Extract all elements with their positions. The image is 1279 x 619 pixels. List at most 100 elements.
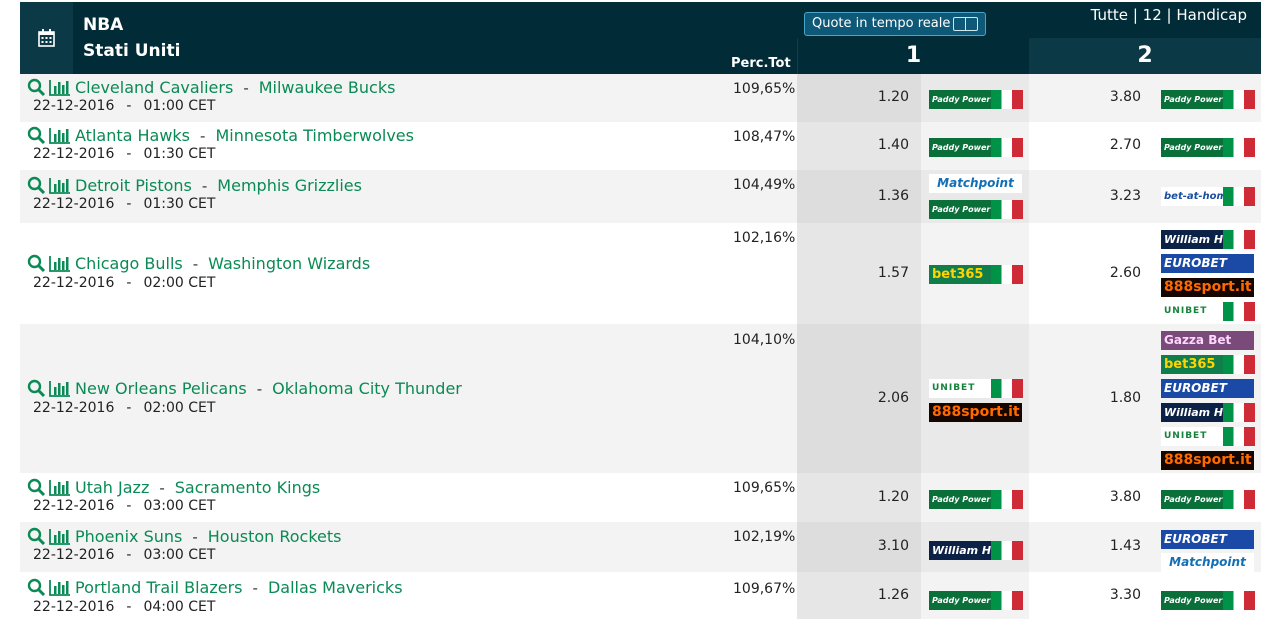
bookmaker-logo[interactable]: Paddy Power xyxy=(1161,490,1255,509)
bookmaker-name: Paddy Power xyxy=(932,495,991,504)
odds-away[interactable]: 3.30 xyxy=(1110,587,1141,603)
odds-home[interactable]: 1.57 xyxy=(878,265,909,281)
bookmaker-logo[interactable]: 888sport.it xyxy=(1161,278,1254,297)
filter-all[interactable]: Tutte xyxy=(1091,6,1128,24)
bookmaker-logo[interactable]: Paddy Power xyxy=(929,490,1023,509)
odds-away[interactable]: 2.60 xyxy=(1110,265,1141,281)
search-icon[interactable] xyxy=(27,254,46,276)
home-team-link[interactable]: Cleveland Cavaliers xyxy=(75,78,233,97)
bookmaker-logo[interactable]: Paddy Power xyxy=(1161,90,1255,109)
bookmaker-logo[interactable]: Paddy Power xyxy=(1161,591,1255,610)
bookmaker-logo[interactable]: 888sport.it xyxy=(929,403,1022,422)
italy-flag-icon xyxy=(991,90,1023,109)
bookmaker-logo[interactable]: Matchpoint xyxy=(929,174,1022,193)
match-time: 02:00 CET xyxy=(143,275,216,291)
bookmaker-logo[interactable]: UNIBET xyxy=(1161,427,1255,446)
bar-chart-icon[interactable] xyxy=(49,580,70,600)
bookmaker-logo[interactable]: Paddy Power xyxy=(929,138,1023,157)
live-odds-toggle[interactable]: Quote in tempo reale xyxy=(804,12,986,36)
bar-chart-icon[interactable] xyxy=(49,128,70,148)
away-team-link[interactable]: Houston Rockets xyxy=(208,527,342,546)
search-icon[interactable] xyxy=(27,478,46,500)
bookmaker-logo[interactable]: Matchpoint xyxy=(1161,553,1254,572)
bar-chart-icon[interactable] xyxy=(49,381,70,401)
payout-percentage: 109,67% xyxy=(733,581,796,597)
bookmaker-logo[interactable]: William HILL xyxy=(1161,403,1255,422)
perc-tot-header: Perc.Tot xyxy=(731,56,791,71)
search-icon[interactable] xyxy=(27,527,46,549)
search-icon[interactable] xyxy=(27,176,46,198)
column-header-1[interactable]: 1 xyxy=(797,38,1029,74)
away-team-link[interactable]: Oklahoma City Thunder xyxy=(272,379,462,398)
away-team-link[interactable]: Sacramento Kings xyxy=(175,478,320,497)
column-header-2[interactable]: 2 xyxy=(1029,38,1261,74)
italy-flag-icon xyxy=(1223,138,1255,157)
bar-chart-icon[interactable] xyxy=(49,178,70,198)
odds-home[interactable]: 2.06 xyxy=(878,390,909,406)
odds-away[interactable]: 1.80 xyxy=(1110,390,1141,406)
odds-home[interactable]: 1.36 xyxy=(878,188,909,204)
home-team-link[interactable]: Portland Trail Blazers xyxy=(75,578,243,597)
search-icon[interactable] xyxy=(27,126,46,148)
filter-handicap[interactable]: Handicap xyxy=(1176,6,1247,24)
away-team-link[interactable]: Memphis Grizzlies xyxy=(217,176,362,195)
toggle-switch-icon[interactable] xyxy=(953,17,978,31)
odds-away[interactable]: 3.23 xyxy=(1110,188,1141,204)
bookmaker-logo[interactable]: EUROBET xyxy=(1161,379,1254,398)
home-team-link[interactable]: New Orleans Pelicans xyxy=(75,379,247,398)
odds-home[interactable]: 1.40 xyxy=(878,137,909,153)
bookmaker-logo[interactable]: UNIBET xyxy=(929,379,1023,398)
odds-away[interactable]: 1.43 xyxy=(1110,538,1141,554)
bar-chart-icon[interactable] xyxy=(49,480,70,500)
match-line: Phoenix Suns - Houston Rockets xyxy=(27,527,341,549)
italy-flag-icon xyxy=(991,200,1023,219)
home-team-link[interactable]: Atlanta Hawks xyxy=(75,126,190,145)
bookmaker-logo[interactable]: Paddy Power xyxy=(1161,138,1255,157)
bookmaker-logo[interactable]: Paddy Power xyxy=(929,90,1023,109)
away-team-link[interactable]: Dallas Mavericks xyxy=(268,578,403,597)
bookmaker-logo[interactable]: bet365 xyxy=(929,265,1023,284)
away-team-link[interactable]: Washington Wizards xyxy=(208,254,370,273)
home-team-link[interactable]: Chicago Bulls xyxy=(75,254,183,273)
search-icon[interactable] xyxy=(27,379,46,401)
bookmaker-name: UNIBET xyxy=(1164,306,1208,316)
home-team-link[interactable]: Detroit Pistons xyxy=(75,176,192,195)
match-time: 01:30 CET xyxy=(143,196,216,212)
bookmaker-logo[interactable]: bet365 xyxy=(1161,355,1255,374)
bookmaker-logo[interactable]: UNIBET xyxy=(1161,302,1255,321)
match-line: Chicago Bulls - Washington Wizards xyxy=(27,254,370,276)
odds-away[interactable]: 2.70 xyxy=(1110,137,1141,153)
table-row: Phoenix Suns - Houston Rockets 22-12-2016-0… xyxy=(20,522,1261,572)
search-icon[interactable] xyxy=(27,578,46,600)
odds-away[interactable]: 3.80 xyxy=(1110,489,1141,505)
bookmaker-logo[interactable]: EUROBET xyxy=(1161,530,1254,549)
bookmaker-name: EUROBET xyxy=(1164,381,1227,395)
table-row: New Orleans Pelicans - Oklahoma City Thund… xyxy=(20,324,1261,473)
odds-home[interactable]: 1.20 xyxy=(878,89,909,105)
bookmaker-logo[interactable]: Paddy Power xyxy=(929,200,1023,219)
bar-chart-icon[interactable] xyxy=(49,529,70,549)
italy-flag-icon xyxy=(991,138,1023,157)
odds-away[interactable]: 3.80 xyxy=(1110,89,1141,105)
home-team-link[interactable]: Utah Jazz xyxy=(75,478,149,497)
odds-home[interactable]: 1.26 xyxy=(878,587,909,603)
bookmaker-logo[interactable]: EUROBET xyxy=(1161,254,1254,273)
filter-12[interactable]: 12 xyxy=(1143,6,1162,24)
bookmaker-name: EUROBET xyxy=(1164,256,1227,270)
home-team-link[interactable]: Phoenix Suns xyxy=(75,527,182,546)
bar-chart-icon[interactable] xyxy=(49,256,70,276)
odds-home[interactable]: 3.10 xyxy=(878,538,909,554)
bar-chart-icon[interactable] xyxy=(49,80,70,100)
search-icon[interactable] xyxy=(27,78,46,100)
odds-home[interactable]: 1.20 xyxy=(878,489,909,505)
calendar-button[interactable] xyxy=(20,2,73,74)
bookmaker-name: Paddy Power xyxy=(1164,143,1223,152)
bookmaker-logo[interactable]: Paddy Power xyxy=(929,591,1023,610)
bookmaker-logo[interactable]: 888sport.it xyxy=(1161,451,1254,470)
away-team-link[interactable]: Milwaukee Bucks xyxy=(259,78,396,97)
bookmaker-logo[interactable]: William HILL xyxy=(929,541,1023,560)
bookmaker-logo[interactable]: bet-at-home xyxy=(1161,187,1255,206)
bookmaker-logo[interactable]: Gazza Bet xyxy=(1161,331,1254,350)
away-team-link[interactable]: Minnesota Timberwolves xyxy=(215,126,414,145)
bookmaker-logo[interactable]: William HILL xyxy=(1161,230,1255,249)
